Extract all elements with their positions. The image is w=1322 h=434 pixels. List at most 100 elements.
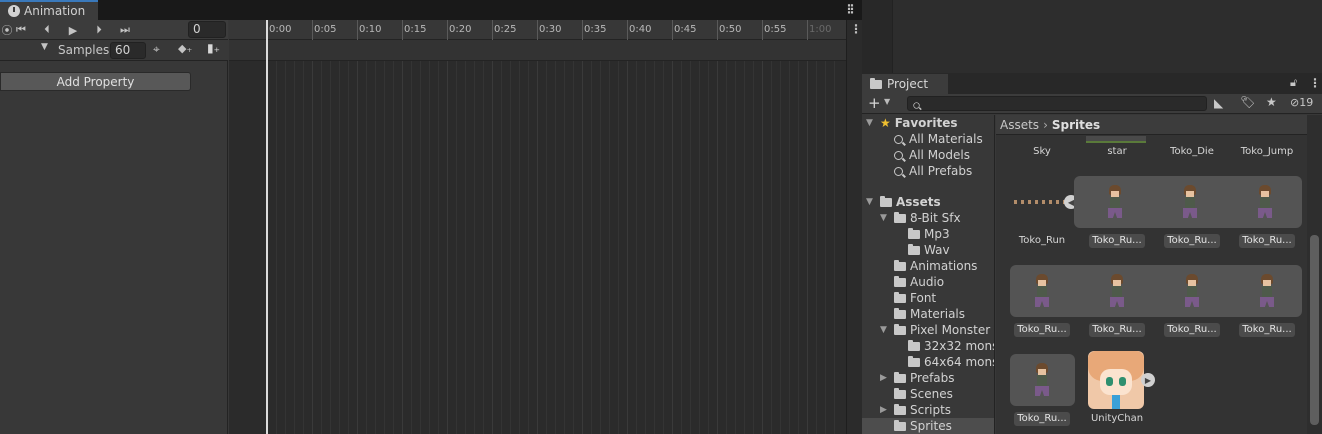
asset-label[interactable]: Toko_Jump: [1239, 145, 1295, 159]
toko-run-sprite[interactable]: [1256, 274, 1278, 308]
toko-run-sprite[interactable]: [1106, 274, 1128, 308]
asset-label[interactable]: Toko_Ru...: [1239, 234, 1295, 248]
playhead[interactable]: [266, 20, 268, 434]
unitychan-thumbnail[interactable]: [1088, 351, 1144, 409]
project-menu-icon[interactable]: ⋮: [1309, 77, 1321, 89]
star-thumbnail[interactable]: [1086, 136, 1146, 143]
tree-item-audio[interactable]: Audio: [894, 274, 944, 290]
tree-item-wav[interactable]: Wav: [908, 242, 950, 258]
add-event-icon[interactable]: ▮₊: [207, 41, 220, 55]
last-keyframe-icon[interactable]: ⏭: [114, 22, 136, 38]
toko-run-sprite[interactable]: [1179, 185, 1201, 219]
dopesheet-menu-icon[interactable]: ⋮: [850, 23, 862, 35]
clip-dropdown-icon[interactable]: ▼: [41, 42, 48, 52]
expand-right-icon[interactable]: ▶: [1141, 373, 1155, 387]
favorite-all-materials[interactable]: All Materials: [894, 131, 983, 147]
toko-run-sprite[interactable]: [1254, 185, 1276, 219]
samples-field[interactable]: 60: [110, 42, 146, 59]
toko-run-sprite[interactable]: [1031, 363, 1053, 397]
dopesheet-gridline: [717, 61, 718, 434]
ruler-tick: [537, 20, 538, 40]
breadcrumb-sprites[interactable]: Sprites: [1052, 118, 1100, 132]
filter-type-icon[interactable]: ◣: [1214, 96, 1223, 110]
event-ruler[interactable]: [229, 40, 846, 61]
frame-field[interactable]: 0: [188, 21, 226, 38]
toko-run-sheet-thumbnail[interactable]: [1014, 200, 1070, 204]
favorite-all-prefabs[interactable]: All Prefabs: [894, 163, 972, 179]
search-input[interactable]: [907, 96, 1207, 111]
next-keyframe-icon[interactable]: ⏵: [88, 22, 110, 38]
toko-run-sprite[interactable]: [1181, 274, 1203, 308]
dopesheet-gridline: [636, 61, 637, 434]
tree-item-font[interactable]: Font: [894, 290, 936, 306]
asset-label[interactable]: Toko_Ru...: [1089, 323, 1145, 337]
dopesheet-gridline: [726, 61, 727, 434]
scrollbar-thumb[interactable]: [1310, 235, 1319, 425]
expand-down-icon[interactable]: ▼: [880, 325, 890, 335]
tree-item-pixel-monster[interactable]: ▼ Pixel Monster P: [880, 322, 995, 338]
add-property-button[interactable]: Add Property: [0, 72, 191, 91]
ruler-time-label: 1:00: [809, 24, 832, 35]
dopesheet-gridline: [375, 61, 376, 434]
asset-label[interactable]: Toko_Ru...: [1164, 323, 1220, 337]
toko-run-sprite[interactable]: [1031, 274, 1053, 308]
asset-label[interactable]: Toko_Ru...: [1164, 234, 1220, 248]
first-keyframe-icon[interactable]: ⏮: [10, 22, 32, 38]
dopesheet-gridline: [366, 61, 367, 434]
dopesheet-gridline: [564, 61, 565, 434]
tree-item-prefabs[interactable]: ▶ Prefabs: [880, 370, 955, 386]
animation-tab[interactable]: Animation: [0, 0, 98, 20]
lock-icon[interactable]: 🔓︎: [1290, 76, 1297, 90]
asset-grid[interactable]: Assets › Sprites Sky star Toko_Die Toko_…: [996, 115, 1307, 434]
add-keyframe-icon[interactable]: ◆₊: [178, 42, 192, 55]
asset-label[interactable]: Toko_Ru...: [1239, 323, 1295, 337]
favorite-star-icon[interactable]: ★: [1266, 95, 1277, 109]
asset-label[interactable]: UnityChan: [1089, 412, 1145, 426]
dopesheet-scrollbar[interactable]: ⋮: [846, 20, 862, 434]
favorite-all-models[interactable]: All Models: [894, 147, 970, 163]
toko-run-sprite[interactable]: [1104, 185, 1126, 219]
tree-item-sprites[interactable]: Sprites: [862, 418, 994, 434]
folder-tree[interactable]: ▼ ★ Favorites All Materials All Models A…: [862, 115, 995, 434]
play-icon[interactable]: ▶: [62, 22, 84, 38]
top-right-menu-icon[interactable]: ⋮: [846, 3, 858, 15]
tree-item-label: Pixel Monster P: [910, 323, 995, 337]
favorites-header[interactable]: ▼ ★ Favorites: [866, 115, 957, 131]
keyframe-record-icon[interactable]: ⌖: [153, 42, 160, 57]
scene-view-area: [892, 0, 1322, 73]
dopesheet-gridline: [402, 61, 403, 434]
folder-icon: [870, 77, 882, 89]
tree-item-materials[interactable]: Materials: [894, 306, 965, 322]
tree-item-8-bit-sfx[interactable]: ▼ 8-Bit Sfx: [880, 210, 961, 226]
expand-down-icon[interactable]: ▼: [880, 213, 890, 223]
expand-right-icon[interactable]: ▶: [880, 405, 890, 415]
expand-right-icon[interactable]: ▶: [880, 373, 890, 383]
visibility-toggle[interactable]: ⊘19: [1290, 96, 1313, 109]
asset-grid-scrollbar[interactable]: [1307, 115, 1322, 434]
time-ruler[interactable]: 0:00 0:05 0:10 0:15 0:20 0:25 0:30 0:35 0:40 0:45…: [229, 20, 846, 40]
create-plus-icon[interactable]: +: [868, 94, 881, 112]
project-tab[interactable]: Project: [862, 74, 948, 94]
asset-label[interactable]: Toko_Ru...: [1089, 234, 1145, 248]
asset-label[interactable]: Toko_Run: [1014, 234, 1070, 248]
tree-item-64x64-mons[interactable]: 64x64 mons: [908, 354, 994, 370]
breadcrumb-assets[interactable]: Assets: [1000, 118, 1039, 132]
asset-label[interactable]: star: [1089, 145, 1145, 159]
prev-keyframe-icon[interactable]: ⏴: [36, 22, 58, 38]
asset-label[interactable]: Toko_Ru...: [1014, 412, 1070, 426]
tree-item-assets[interactable]: ▼ Assets: [866, 194, 941, 210]
asset-label[interactable]: Sky: [1014, 145, 1070, 159]
tree-item-scripts[interactable]: ▶ Scripts: [880, 402, 951, 418]
expand-down-icon[interactable]: ▼: [866, 197, 876, 207]
asset-label[interactable]: Toko_Die: [1164, 145, 1220, 159]
tree-item-animations[interactable]: Animations: [894, 258, 977, 274]
folder-icon: [894, 291, 906, 303]
dopesheet[interactable]: 0:00 0:05 0:10 0:15 0:20 0:25 0:30 0:35 0:40 0:45…: [229, 20, 846, 434]
label-tag-icon[interactable]: 🏷︎: [1240, 95, 1255, 109]
expand-down-icon[interactable]: ▼: [866, 118, 876, 128]
tree-item-mp3[interactable]: Mp3: [908, 226, 950, 242]
tree-item-scenes[interactable]: Scenes: [894, 386, 953, 402]
asset-label[interactable]: Toko_Ru...: [1014, 323, 1070, 337]
tree-item-32x32-mons[interactable]: 32x32 mons: [908, 338, 994, 354]
create-dropdown-icon[interactable]: ▼: [884, 97, 890, 106]
